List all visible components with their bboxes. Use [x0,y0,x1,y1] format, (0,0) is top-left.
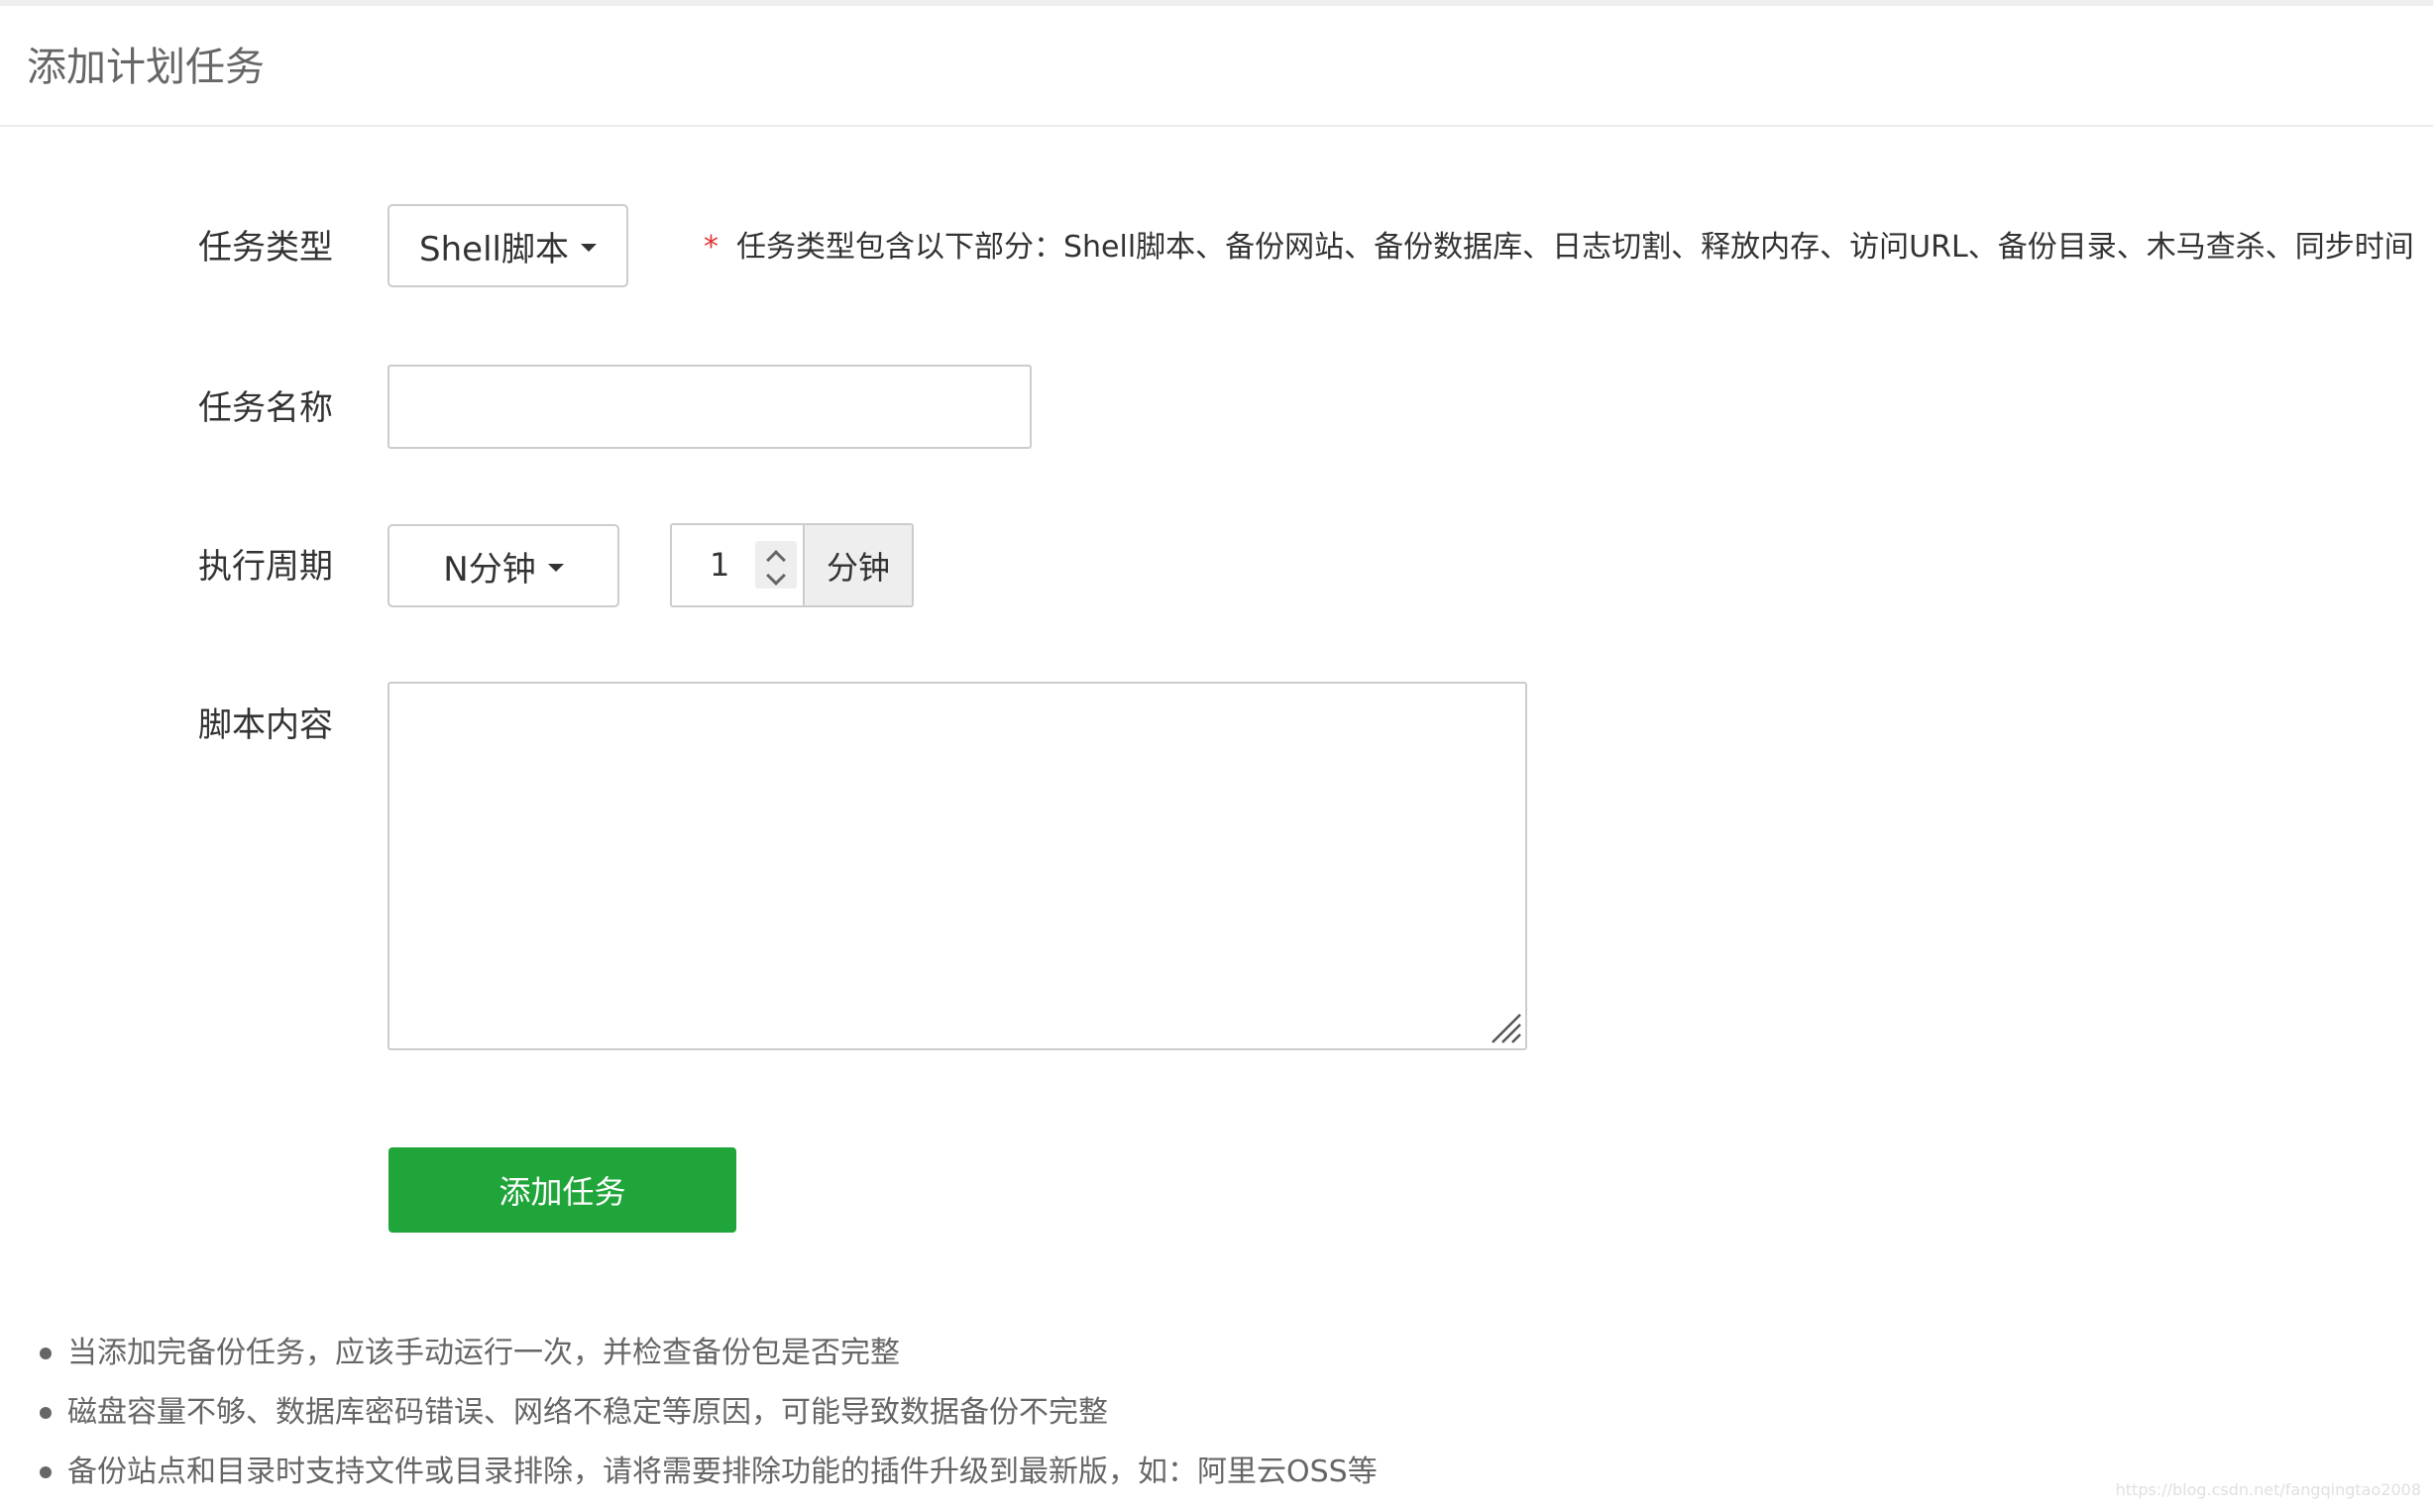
note-text: 磁盘容量不够、数据库密码错误、网络不稳定等原因，可能导致数据备份不完整 [67,1395,1108,1430]
minute-unit-addon: 分钟 [805,525,912,605]
number-spinner[interactable] [755,541,797,589]
note-item: 磁盘容量不够、数据库密码错误、网络不稳定等原因，可能导致数据备份不完整 [36,1393,1378,1453]
note-text: 备份站点和目录时支持文件或目录排除，请将需要排除功能的插件升级到最新版，如：阿里… [67,1455,1378,1489]
required-marker: * [704,230,719,265]
script-label: 脚本内容 [198,703,333,747]
page-title: 添加计划任务 [27,42,265,93]
note-item: 当添加完备份任务，应该手动运行一次，并检查备份包是否完整 [36,1334,1378,1393]
spinner-down-icon[interactable] [766,566,786,586]
minute-input-group: 1 分钟 [670,523,914,607]
watermark: https://blog.csdn.net/fangqingtao2008 [2116,1480,2421,1499]
bullet-icon [40,1407,52,1419]
caret-down-icon [548,564,564,572]
note-item: 备份站点和目录时支持文件或目录排除，请将需要排除功能的插件升级到最新版，如：阿里… [36,1453,1378,1512]
task-type-hint-text: 任务类型包含以下部分：Shell脚本、备份网站、备份数据库、日志切割、释放内存、… [736,230,2414,265]
bullet-icon [40,1348,52,1359]
resize-handle-icon[interactable] [1487,1009,1522,1044]
task-name-label: 任务名称 [198,386,333,430]
cycle-dropdown[interactable]: N分钟 [387,524,619,607]
page-header: 添加计划任务 [0,6,2433,127]
notes-list: 当添加完备份任务，应该手动运行一次，并检查备份包是否完整 磁盘容量不够、数据库密… [36,1334,1378,1512]
minute-number-input[interactable]: 1 [672,525,805,605]
add-task-button[interactable]: 添加任务 [388,1147,736,1233]
caret-down-icon [581,244,597,252]
bullet-icon [40,1466,52,1478]
minute-number-value: 1 [710,543,729,587]
note-text: 当添加完备份任务，应该手动运行一次，并检查备份包是否完整 [67,1336,900,1370]
task-name-input[interactable] [387,365,1032,449]
task-type-hint: * 任务类型包含以下部分：Shell脚本、备份网站、备份数据库、日志切割、释放内存… [704,226,2414,270]
cycle-selected: N分钟 [443,542,535,591]
task-type-selected: Shell脚本 [419,222,569,270]
cycle-label: 执行周期 [198,545,333,589]
task-type-dropdown[interactable]: Shell脚本 [387,204,628,287]
script-textarea[interactable] [387,682,1527,1050]
task-type-label: 任务类型 [198,226,333,270]
